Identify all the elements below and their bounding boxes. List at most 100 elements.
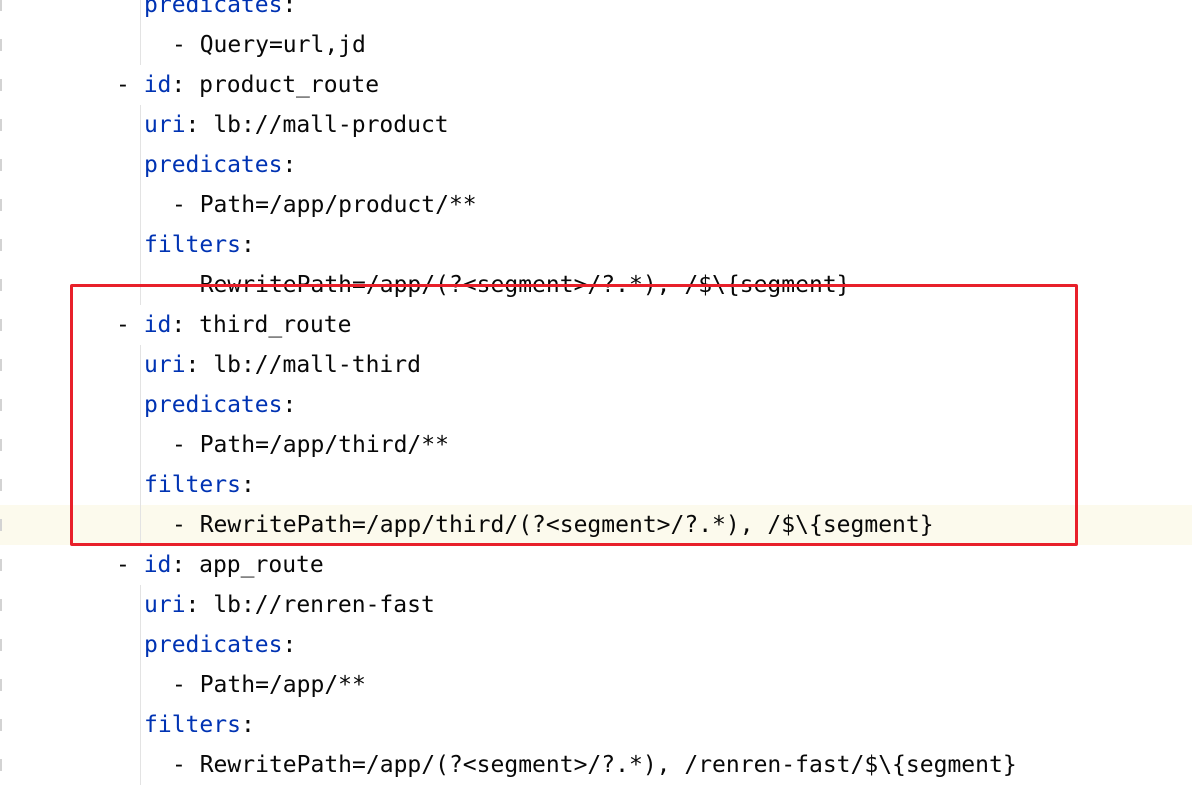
yaml-separator: :: [171, 72, 200, 98]
indent-guide: [140, 425, 141, 465]
yaml-separator: :: [171, 552, 200, 578]
code-line[interactable]: - Query=url,jd: [0, 25, 1192, 65]
code-line[interactable]: predicates:: [0, 0, 1192, 25]
gutter-fold-marker: [0, 559, 2, 571]
list-dash: -: [172, 512, 200, 538]
yaml-key: uri: [144, 352, 186, 378]
gutter-fold-marker: [0, 519, 2, 531]
yaml-key: uri: [144, 112, 186, 138]
indent-guide: [140, 705, 141, 745]
code-text: uri: lb://mall-product: [144, 105, 449, 145]
yaml-value: Path=/app/third/**: [199, 432, 449, 458]
indent-guide: [140, 625, 141, 665]
code-text: filters:: [144, 465, 255, 505]
gutter-fold-marker: [0, 199, 2, 211]
yaml-key: filters: [144, 232, 241, 258]
code-text: - RewritePath=/app/(?<segment>/?.*), /re…: [172, 745, 1017, 785]
indent-guide: [140, 585, 141, 625]
code-line[interactable]: predicates:: [0, 625, 1192, 665]
gutter-fold-marker: [0, 39, 2, 51]
indent-guide: [140, 185, 141, 225]
gutter-fold-marker: [0, 759, 2, 771]
yaml-key: predicates: [144, 392, 283, 418]
yaml-separator: :: [171, 312, 200, 338]
code-text: - id: product_route: [116, 65, 379, 105]
gutter-fold-marker: [0, 359, 2, 371]
gutter-fold-marker: [0, 0, 2, 11]
code-text: filters:: [144, 705, 255, 745]
list-dash: -: [116, 312, 144, 338]
indent-guide: [140, 345, 141, 385]
list-dash: -: [172, 192, 200, 218]
yaml-separator: :: [240, 472, 255, 498]
code-line[interactable]: - Path=/app/product/**: [0, 185, 1192, 225]
code-line[interactable]: filters:: [0, 225, 1192, 265]
code-text: uri: lb://mall-third: [144, 345, 421, 385]
yaml-key: predicates: [144, 0, 283, 18]
code-text: - Query=url,jd: [172, 25, 366, 65]
code-line[interactable]: - id: product_route: [0, 65, 1192, 105]
gutter-fold-marker: [0, 159, 2, 171]
gutter-fold-marker: [0, 599, 2, 611]
yaml-key: uri: [144, 592, 186, 618]
indent-guide: [140, 385, 141, 425]
yaml-value: Path=/app/**: [199, 672, 366, 698]
gutter-fold-marker: [0, 79, 2, 91]
indent-guide: [140, 465, 141, 505]
code-line[interactable]: - RewritePath=/app/(?<segment>/?.*), /re…: [0, 745, 1192, 785]
code-text: predicates:: [144, 385, 296, 425]
yaml-key: filters: [144, 712, 241, 738]
yaml-key: id: [143, 552, 172, 578]
yaml-key: filters: [144, 472, 241, 498]
list-dash: -: [172, 432, 200, 458]
code-line[interactable]: uri: lb://renren-fast: [0, 585, 1192, 625]
indent-guide: [140, 505, 141, 545]
yaml-value: app_route: [199, 552, 324, 578]
code-line[interactable]: - Path=/app/third/**: [0, 425, 1192, 465]
indent-guide: [140, 25, 141, 65]
yaml-value: lb://mall-product: [213, 112, 449, 138]
yaml-separator: :: [185, 592, 214, 618]
yaml-key: id: [143, 312, 172, 338]
gutter-fold-marker: [0, 399, 2, 411]
indent-guide: [140, 265, 141, 305]
code-line[interactable]: predicates:: [0, 145, 1192, 185]
code-line[interactable]: - id: app_route: [0, 545, 1192, 585]
code-text: - RewritePath=/app/third/(?<segment>/?.*…: [172, 505, 934, 545]
yaml-separator: :: [240, 232, 255, 258]
yaml-value: lb://mall-third: [213, 352, 421, 378]
yaml-key: predicates: [144, 632, 283, 658]
gutter-fold-marker: [0, 439, 2, 451]
yaml-value: Path=/app/product/**: [199, 192, 477, 218]
code-line[interactable]: uri: lb://mall-third: [0, 345, 1192, 385]
code-text: - id: app_route: [116, 545, 324, 585]
gutter-fold-marker: [0, 279, 2, 291]
code-line[interactable]: - Path=/app/**: [0, 665, 1192, 705]
yaml-separator: :: [185, 352, 214, 378]
code-line[interactable]: uri: lb://mall-product: [0, 105, 1192, 145]
indent-guide: [140, 105, 141, 145]
code-line[interactable]: - RewritePath=/app/(?<segment>/?.*), /$\…: [0, 265, 1192, 305]
code-line[interactable]: - RewritePath=/app/third/(?<segment>/?.*…: [0, 505, 1192, 545]
gutter-fold-marker: [0, 239, 2, 251]
code-line[interactable]: filters:: [0, 465, 1192, 505]
gutter-fold-marker: [0, 479, 2, 491]
yaml-separator: :: [282, 0, 297, 18]
indent-guide: [140, 0, 141, 25]
yaml-value: RewritePath=/app/third/(?<segment>/?.*),…: [199, 512, 934, 538]
code-editor[interactable]: predicates: - Query=url,jd - id: product_r…: [0, 0, 1192, 801]
code-line[interactable]: filters:: [0, 705, 1192, 745]
list-dash: -: [172, 752, 200, 778]
code-text: uri: lb://renren-fast: [144, 585, 435, 625]
yaml-key: predicates: [144, 152, 283, 178]
yaml-value: RewritePath=/app/(?<segment>/?.*), /$\{s…: [199, 272, 851, 298]
yaml-separator: :: [282, 392, 297, 418]
yaml-separator: :: [282, 632, 297, 658]
gutter-fold-marker: [0, 639, 2, 651]
yaml-value: Query=url,jd: [199, 32, 366, 58]
yaml-separator: :: [282, 152, 297, 178]
code-text: predicates:: [144, 625, 296, 665]
code-line[interactable]: predicates:: [0, 385, 1192, 425]
code-line[interactable]: - id: third_route: [0, 305, 1192, 345]
gutter-fold-marker: [0, 719, 2, 731]
